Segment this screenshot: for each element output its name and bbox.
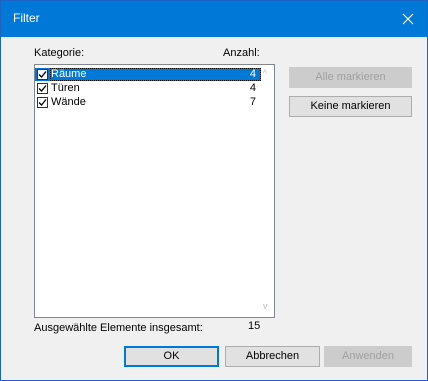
checkbox[interactable] [37,83,48,94]
list-item-label: Wände [51,96,86,108]
apply-button[interactable]: Anwenden [324,346,412,367]
scroll-down-icon[interactable]: v [263,301,268,311]
checkbox[interactable] [37,97,48,108]
checkbox[interactable] [37,69,48,80]
list-item-label: Räume [51,68,87,80]
vertical-scrollbar[interactable]: ^ v [260,65,274,317]
category-column-label: Kategorie: [34,47,85,59]
list-item[interactable]: Wände 7 [35,96,261,109]
list-item-count: 4 [249,68,256,80]
close-icon[interactable] [389,1,427,37]
deselect-all-button[interactable]: Keine markieren [289,96,412,117]
total-label: Ausgewählte Elemente insgesamt: [34,322,203,334]
category-list[interactable]: Räume 4 Türen 4 Wände 7 ^ v [34,64,275,318]
list-item-count: 4 [249,82,256,94]
list-item-label: Türen [51,82,80,94]
title-bar: Filter [1,1,427,37]
list-item[interactable]: Türen 4 [35,82,261,95]
filter-dialog: Filter Kategorie: Anzahl: Räume 4 Türen … [0,0,428,381]
select-all-button[interactable]: Alle markieren [289,67,412,88]
list-item[interactable]: Räume 4 [35,68,261,81]
ok-button[interactable]: OK [124,346,219,367]
count-column-label: Anzahl: [223,47,260,59]
list-item-count: 7 [249,96,256,108]
scroll-up-icon[interactable]: ^ [263,68,267,78]
cancel-button[interactable]: Abbrechen [225,346,320,367]
window-title: Filter [13,11,40,25]
total-value: 15 [248,320,261,332]
